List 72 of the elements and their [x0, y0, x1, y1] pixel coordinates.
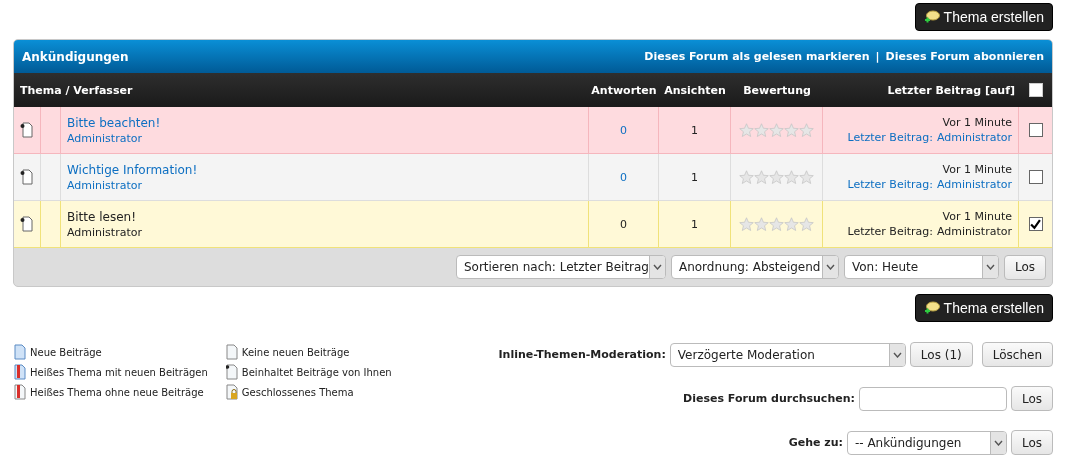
column-header[interactable]: Thema / Verfasser — [14, 83, 589, 97]
column-header[interactable]: Letzter Beitrag [auf] — [823, 83, 1019, 97]
last-post-time: Vor 1 Minute — [942, 210, 1012, 223]
moderation-dropdown[interactable]: Verzögerte Moderation — [669, 342, 906, 367]
search-label: Dieses Forum durchsuchen: — [683, 392, 855, 405]
mark-read-link[interactable]: Dieses Forum als gelesen markieren — [644, 50, 870, 63]
legend-label: Beinhaltet Beiträge von Ihnen — [241, 366, 392, 378]
replies-count[interactable]: 0 — [620, 217, 627, 231]
clear-button[interactable]: Löschen — [981, 342, 1053, 367]
legend-label: Geschlossenes Thema — [241, 386, 354, 398]
row-checkbox[interactable] — [1028, 123, 1043, 137]
legend-label: Heißes Thema mit neuen Beiträgen — [30, 366, 208, 378]
topic-title-link[interactable]: Wichtige Information! — [67, 162, 198, 177]
colon: : — [929, 178, 933, 191]
chevron-down-icon — [993, 439, 1003, 446]
author-link[interactable]: Administrator — [67, 225, 142, 239]
views-count: 1 — [691, 217, 698, 231]
goto-label: Gehe zu: — [788, 436, 843, 449]
topic-title-link[interactable]: Bitte lesen! — [67, 209, 136, 224]
sort-dropdown[interactable]: Von: Heute — [843, 255, 999, 279]
row-checkbox[interactable] — [1028, 217, 1043, 231]
legend-label: Neue Beiträge — [30, 346, 102, 358]
select-all-checkbox[interactable] — [1028, 83, 1043, 97]
speech-bubble-icon — [923, 301, 940, 315]
author-link[interactable]: Administrator — [937, 131, 1012, 144]
sort-dropdown[interactable]: Anordnung: Absteigend — [670, 255, 839, 279]
legend-label: Keine neuen Beiträge — [241, 346, 350, 358]
column-header[interactable]: Antworten — [589, 83, 659, 97]
topic-title-link[interactable]: Bitte beachten! — [67, 115, 161, 130]
new-topic-button[interactable]: Thema erstellen — [914, 294, 1053, 322]
chevron-down-icon — [985, 264, 995, 270]
author-link[interactable]: Administrator — [67, 131, 142, 145]
forum-title: Ankündigungen — [22, 49, 129, 64]
new-topic-button[interactable]: Thema erstellen — [914, 3, 1053, 31]
replies-count[interactable]: 0 — [620, 123, 627, 137]
topic-status-icon — [225, 384, 238, 400]
go-button[interactable]: Los — [1010, 430, 1053, 455]
last-post-time: Vor 1 Minute — [942, 163, 1012, 176]
go-button[interactable]: Los (1) — [909, 342, 973, 367]
forum-jump-dropdown[interactable]: -- Ankündigungen — [846, 430, 1007, 455]
row-checkbox[interactable] — [1028, 170, 1043, 184]
legend-label: Heißes Thema ohne neue Beiträge — [30, 386, 204, 398]
topic-status-icon — [14, 384, 26, 400]
topic-status-icon — [225, 364, 238, 380]
author-link[interactable]: Administrator — [937, 225, 1012, 238]
sort-dropdown[interactable]: Sortieren nach: Letzter Beitrag — [455, 255, 666, 279]
author-link[interactable]: Administrator — [67, 178, 142, 192]
topic-status-icon — [14, 364, 26, 380]
search-button[interactable]: Los — [1010, 386, 1053, 411]
chevron-down-icon — [825, 264, 835, 270]
chevron-down-icon — [892, 351, 902, 358]
document-icon — [20, 169, 34, 185]
last-post-time: Vor 1 Minute — [942, 116, 1012, 129]
topic-status-icon — [225, 344, 238, 360]
colon: : — [929, 131, 933, 144]
document-icon — [20, 216, 34, 232]
column-header[interactable]: Ansichten — [659, 83, 731, 97]
replies-count[interactable]: 0 — [620, 170, 627, 184]
views-count: 1 — [691, 123, 698, 137]
views-count: 1 — [691, 170, 698, 184]
document-icon — [20, 122, 34, 138]
column-header[interactable]: Bewertung — [731, 83, 823, 97]
colon: : — [929, 225, 933, 238]
topic-status-icon — [14, 344, 26, 360]
search-field[interactable] — [858, 386, 1007, 411]
moderation-label: Inline-Themen-Moderation: — [498, 348, 666, 361]
separator: | — [875, 50, 880, 63]
subscribe-link[interactable]: Dieses Forum abonnieren — [885, 50, 1044, 63]
chevron-down-icon — [652, 264, 662, 270]
go-button[interactable]: Los — [1003, 254, 1046, 280]
speech-bubble-icon — [923, 10, 940, 24]
author-link[interactable]: Administrator — [937, 178, 1012, 191]
